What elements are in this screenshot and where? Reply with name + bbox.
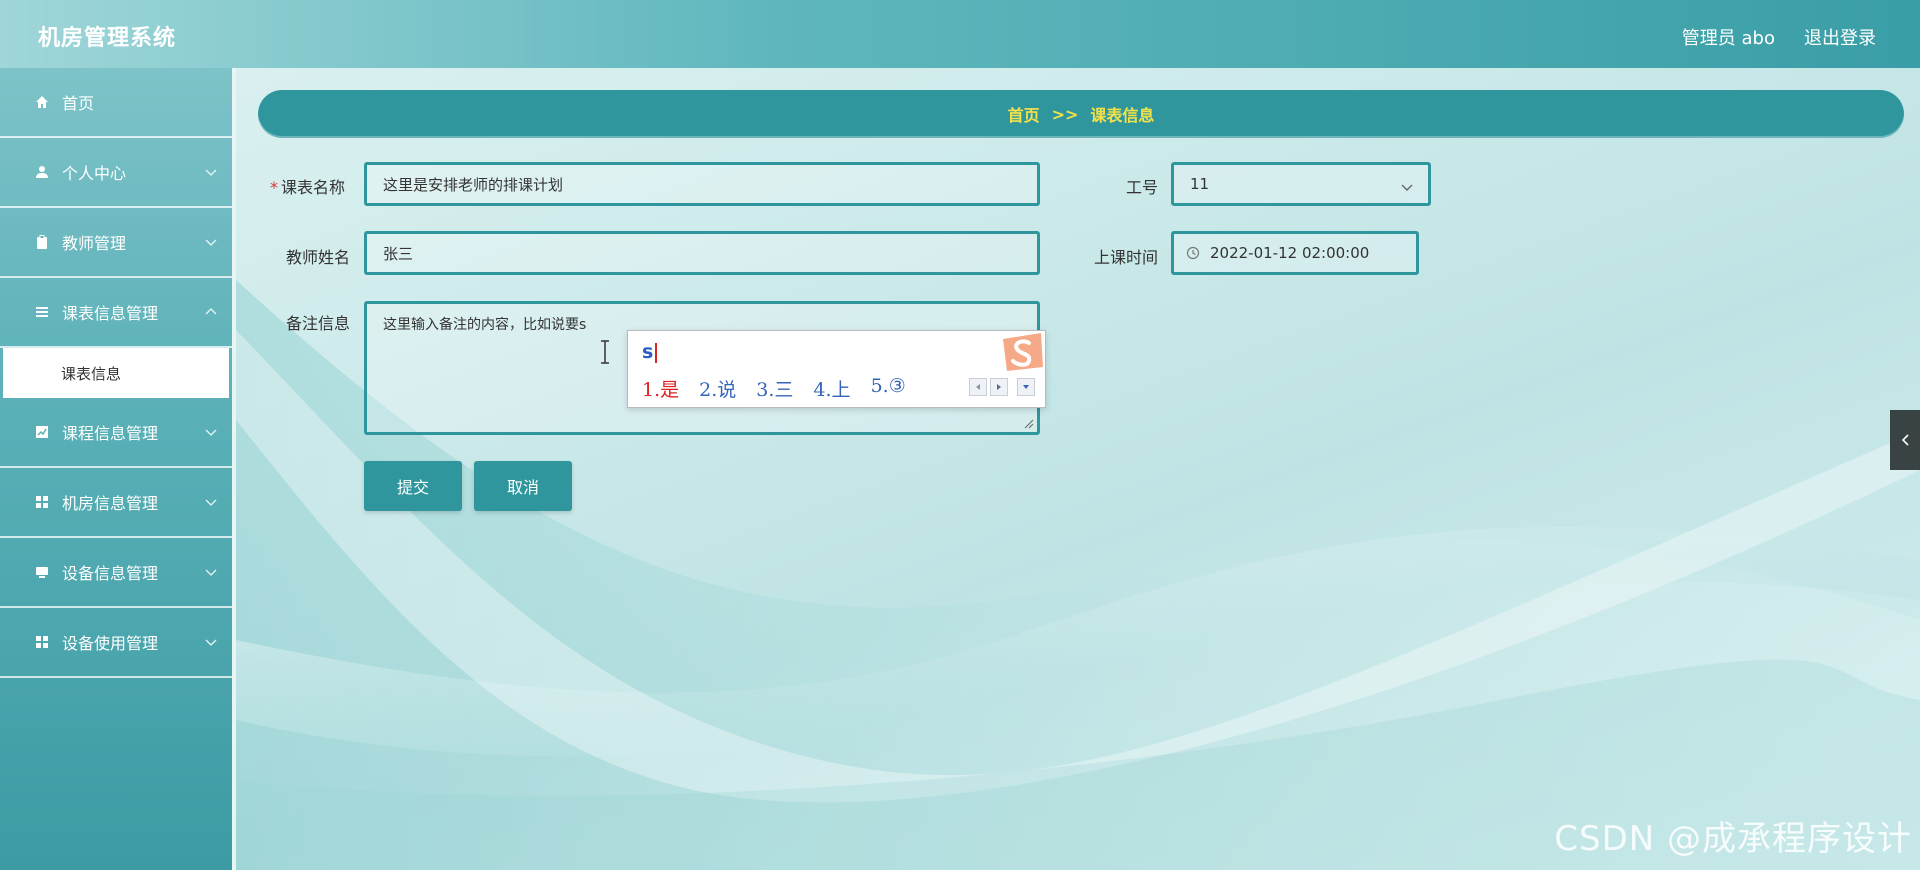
chevron-down-icon [1401,184,1413,191]
sidebar-item-label: 机房信息管理 [62,494,159,513]
class-time-picker[interactable]: 2022-01-12 02:00:00 [1171,231,1419,275]
teacher-name-label: 教师姓名 [286,248,351,267]
ime-caret [655,342,658,363]
sogou-logo-icon [1003,333,1043,371]
schedule-name-input[interactable]: 这里是安排老师的排课计划 [364,162,1040,206]
sidebar: 首页 个人中心 教师管理 课表信息管理 课表信息 课程信息管理 机房信息管理 设… [0,68,236,870]
chevron-down-icon [205,239,217,246]
ime-next-button[interactable] [990,378,1008,396]
text-cursor-icon [601,340,609,364]
sidebar-item-label: 教师管理 [62,234,127,253]
ime-candidate[interactable]: 2.说 [699,375,736,402]
ime-input-text: s [642,341,658,363]
user-icon [34,164,50,180]
breadcrumb-separator: >> [1051,104,1079,124]
sidebar-item-label: 课表信息 [61,364,122,383]
submit-button[interactable]: 提交 [364,461,462,511]
top-header: 机房管理系统 管理员 abo 退出登录 [0,0,1920,68]
chevron-down-icon [205,499,217,506]
ime-input-letters: s [642,341,654,363]
chevron-down-icon [205,429,217,436]
clipboard-icon [34,234,50,250]
grid-icon [34,494,50,510]
sidebar-item-label: 设备信息管理 [62,564,159,583]
sidebar-item-label: 首页 [62,94,95,113]
chevron-down-icon [205,569,217,576]
chevron-up-icon [205,308,217,315]
sidebar-item-course-management[interactable]: 课程信息管理 [0,398,232,468]
sidebar-subitem-schedule-info[interactable]: 课表信息 [3,348,229,398]
monitor-icon [34,564,50,580]
app-title: 机房管理系统 [38,26,177,51]
user-info: 管理员 abo [1681,28,1775,49]
work-id-label: 工号 [1126,178,1159,197]
breadcrumb-current: 课表信息 [1090,106,1155,125]
sidebar-item-equipment-usage[interactable]: 设备使用管理 [0,608,232,678]
home-icon [34,94,50,110]
ime-candidate-popup: s 1.是 2.说 3.三 4.上 5.③ [627,330,1046,408]
chevron-left-icon [1901,434,1909,446]
clock-icon [1186,246,1200,260]
chart-icon [34,424,50,440]
ime-candidate-list: 1.是 2.说 3.三 4.上 5.③ [642,375,906,402]
schedule-name-label: * 课表名称 [270,174,345,198]
sidebar-item-schedule-management[interactable]: 课表信息管理 [0,278,232,348]
chevron-down-icon [205,639,217,646]
chevron-down-icon [205,169,217,176]
logout-link[interactable]: 退出登录 [1804,24,1876,50]
ime-candidate[interactable]: 5.③ [871,375,906,402]
sidebar-item-room-management[interactable]: 机房信息管理 [0,468,232,538]
work-id-select[interactable]: 11 [1171,162,1431,206]
side-panel-toggle[interactable] [1890,410,1920,470]
ime-prev-button[interactable] [969,378,987,396]
grid-icon [34,634,50,650]
sidebar-item-label: 课表信息管理 [62,304,159,323]
teacher-name-value: 张三 [383,244,414,263]
class-time-label: 上课时间 [1094,248,1159,267]
sidebar-item-equipment-management[interactable]: 设备信息管理 [0,538,232,608]
sidebar-item-home[interactable]: 首页 [0,68,232,138]
ime-candidate[interactable]: 4.上 [813,375,850,402]
remarks-value: 这里输入备注的内容，比如说要s [383,317,587,333]
remarks-label: 备注信息 [286,314,351,333]
work-id-value: 11 [1190,175,1210,193]
ime-candidate[interactable]: 1.是 [642,375,679,402]
watermark: CSDN @成承程序设计 [1554,819,1912,859]
sidebar-item-label: 个人中心 [62,164,127,183]
caret-right-icon [997,384,1001,390]
sidebar-item-teacher-management[interactable]: 教师管理 [0,208,232,278]
required-mark: * [270,178,278,197]
caret-left-icon [976,384,980,390]
sidebar-item-label: 课程信息管理 [62,424,159,443]
schedule-name-value: 这里是安排老师的排课计划 [383,175,564,194]
resize-grip-icon[interactable] [1022,417,1034,429]
ime-candidate[interactable]: 3.三 [756,375,793,402]
sidebar-item-label: 设备使用管理 [62,634,159,653]
cancel-button[interactable]: 取消 [474,461,572,511]
schedule-name-label-text: 课表名称 [281,178,346,197]
class-time-value: 2022-01-12 02:00:00 [1210,244,1370,262]
list-icon [34,304,50,320]
caret-down-icon [1023,385,1029,389]
teacher-name-input[interactable]: 张三 [364,231,1040,275]
ime-expand-button[interactable] [1017,378,1035,396]
breadcrumb: 首页 >> 课表信息 [258,90,1904,138]
breadcrumb-home[interactable]: 首页 [1008,102,1040,126]
ime-nav [969,378,1035,396]
sidebar-item-personal-center[interactable]: 个人中心 [0,138,232,208]
